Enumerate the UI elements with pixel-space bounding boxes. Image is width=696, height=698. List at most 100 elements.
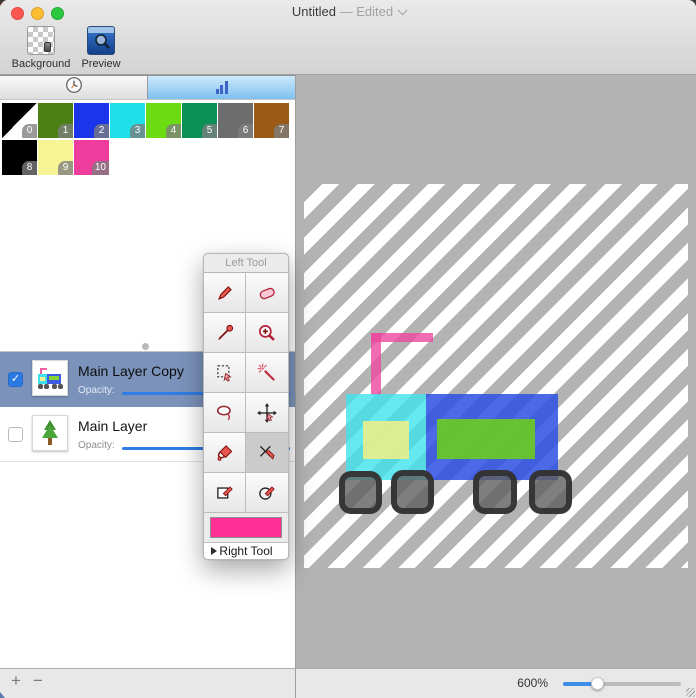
canvas-pane[interactable]	[296, 75, 696, 668]
swatch-index-badge: 10	[92, 161, 109, 175]
swatch-index-badge: 9	[58, 161, 73, 175]
background-checker-icon	[27, 26, 55, 55]
lasso-icon	[214, 402, 236, 424]
preview-label: Preview	[81, 58, 120, 70]
color-swatch-2[interactable]: 2	[74, 103, 109, 138]
color-well-section	[204, 513, 288, 542]
swatch-index-badge: 5	[202, 124, 217, 138]
panel-tab-bar	[0, 75, 295, 100]
remove-layer-button[interactable]: −	[28, 671, 48, 691]
right-tool-label: Right Tool	[219, 544, 272, 558]
move-tool[interactable]	[246, 393, 288, 433]
magic-wand-tool[interactable]	[246, 353, 288, 393]
color-swatch-8[interactable]: 8	[2, 140, 37, 175]
train-wheel-1	[339, 471, 382, 514]
swatch-index-badge: 4	[166, 124, 181, 138]
magic-wand-icon	[256, 362, 278, 384]
pencil-tool[interactable]	[204, 273, 246, 313]
background-toolbar-button[interactable]: Background	[8, 26, 74, 70]
train-antenna-horizontal	[371, 333, 433, 342]
swatch-index-badge: 6	[238, 124, 253, 138]
train-cab-window	[363, 421, 409, 459]
swatch-index-badge: 2	[94, 124, 109, 138]
current-color-well[interactable]	[210, 517, 282, 538]
tool-palette-title: Left Tool	[204, 254, 288, 272]
swatch-index-badge: 7	[274, 124, 289, 138]
tool-grid	[204, 272, 288, 513]
background-label: Background	[12, 58, 71, 70]
disclosure-triangle-icon	[211, 547, 217, 555]
preview-toolbar-button[interactable]: Preview	[76, 26, 126, 70]
color-swatch-4[interactable]: 4	[146, 103, 181, 138]
pixel-artwork[interactable]	[304, 184, 688, 568]
rect-select-icon	[214, 362, 236, 384]
color-swatch-7[interactable]: 7	[254, 103, 289, 138]
select-rect-tool[interactable]	[204, 353, 246, 393]
zoom-slider-thumb[interactable]	[591, 677, 604, 690]
layer-thumbnail-tree	[32, 415, 68, 451]
color-swatch-10[interactable]: 10	[74, 140, 109, 175]
train-antenna-vertical	[371, 333, 381, 395]
color-swatch-5[interactable]: 5	[182, 103, 217, 138]
left-panel: 0 1 2 3 4 5 6 7 8 9 10 Main Layer	[0, 75, 296, 668]
color-swatch-1[interactable]: 1	[38, 103, 73, 138]
lasso-tool[interactable]	[204, 393, 246, 433]
color-swatch-6[interactable]: 6	[218, 103, 253, 138]
edited-status: — Edited	[340, 4, 393, 19]
pencil-icon	[214, 282, 236, 304]
window-title: Untitled — Edited	[0, 4, 696, 19]
swatch-index-badge: 8	[22, 161, 37, 175]
fill-icon	[214, 442, 236, 464]
eyedropper-tool[interactable]	[204, 313, 246, 353]
fill-tool[interactable]	[204, 433, 246, 473]
opacity-label: Opacity:	[78, 440, 115, 451]
swatch-index-badge: 3	[130, 124, 145, 138]
eyedropper-icon	[214, 322, 236, 344]
zoom-icon	[256, 322, 278, 344]
layer-list-footer: + −	[0, 669, 296, 698]
layer-name: Main Layer	[78, 418, 147, 434]
rectangle-icon	[214, 482, 236, 504]
add-layer-button[interactable]: +	[6, 671, 26, 691]
bar-chart-icon	[216, 81, 228, 94]
zoom-slider[interactable]	[563, 682, 681, 686]
train-wheel-2	[391, 470, 434, 514]
zoom-level-label: 600%	[517, 676, 548, 690]
rect-shape-tool[interactable]	[204, 473, 246, 513]
color-swatch-0[interactable]: 0	[2, 103, 37, 138]
line-tool[interactable]	[246, 433, 288, 473]
splitter-handle[interactable]	[142, 343, 149, 350]
layer-visibility-checkbox[interactable]	[8, 427, 23, 442]
eraser-tool[interactable]	[246, 273, 288, 313]
move-icon	[256, 402, 278, 424]
swatch-index-badge: 0	[22, 124, 37, 138]
status-bar: + − 600%	[0, 668, 696, 698]
layer-thumbnail-train	[32, 360, 68, 396]
tab-history[interactable]	[0, 76, 148, 99]
layer-name: Main Layer Copy	[78, 363, 184, 379]
layer-visibility-checkbox[interactable]	[8, 372, 23, 387]
clock-icon	[65, 76, 83, 99]
line-icon	[256, 442, 278, 464]
color-swatch-3[interactable]: 3	[110, 103, 145, 138]
opacity-label: Opacity:	[78, 385, 115, 396]
color-swatch-9[interactable]: 9	[38, 140, 73, 175]
document-title: Untitled	[292, 4, 336, 19]
eraser-icon	[256, 282, 278, 304]
swatch-index-badge: 1	[58, 124, 73, 138]
train-wheel-3	[473, 470, 517, 514]
zoom-footer: 600%	[296, 669, 696, 698]
train-wheel-4	[529, 470, 572, 514]
ellipse-shape-tool[interactable]	[246, 473, 288, 513]
chevron-down-icon[interactable]	[398, 5, 408, 15]
preview-icon	[87, 26, 115, 55]
right-tool-disclosure[interactable]: Right Tool	[204, 542, 288, 559]
zoom-tool[interactable]	[246, 313, 288, 353]
window-resize-grip[interactable]	[686, 688, 695, 697]
tool-palette-window: Left Tool Right Tool	[203, 253, 289, 560]
color-swatch-grid: 0 1 2 3 4 5 6 7 8 9 10	[2, 103, 294, 177]
tab-palette[interactable]	[148, 76, 295, 99]
train-body-window	[437, 419, 535, 459]
app-window: Untitled — Edited Background Preview	[0, 0, 696, 698]
titlebar-toolbar: Untitled — Edited Background Preview	[0, 0, 696, 75]
